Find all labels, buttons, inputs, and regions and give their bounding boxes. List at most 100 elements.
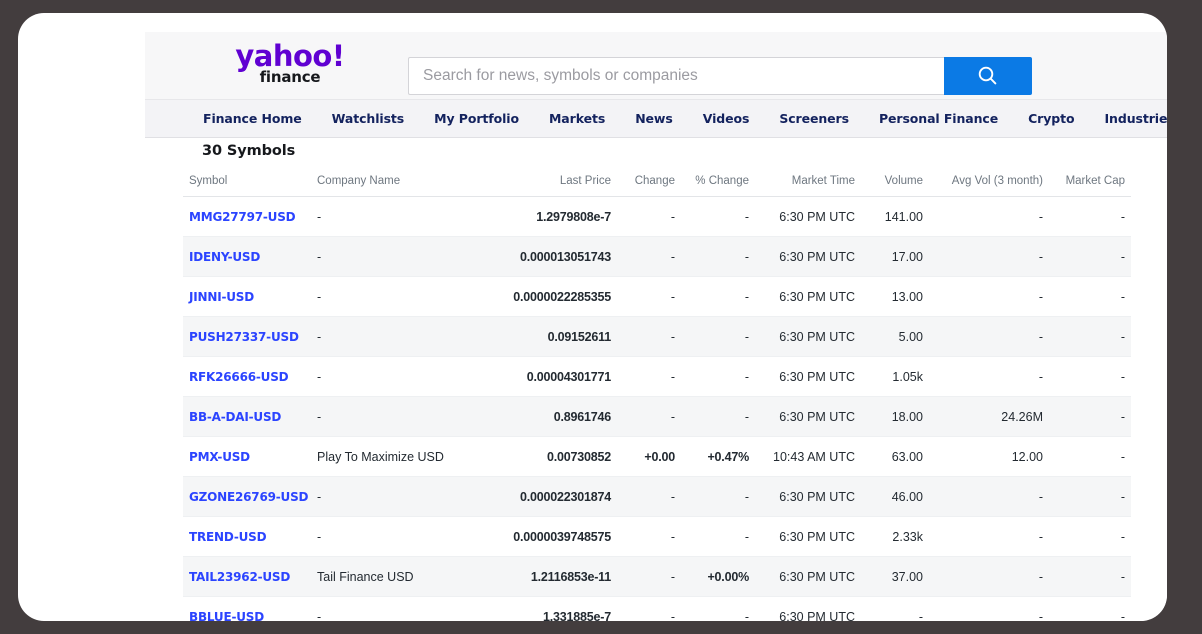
nav-item-industries[interactable]: Industries <box>1105 111 1168 126</box>
cell-symbol[interactable]: JINNI-USD <box>183 276 311 317</box>
search-bar <box>408 57 1032 95</box>
cell-market-cap: - <box>1049 476 1131 517</box>
cell-market-time: 6:30 PM UTC <box>755 236 861 277</box>
nav-item-personal-finance[interactable]: Personal Finance <box>879 111 998 126</box>
symbol-link[interactable]: PMX-USD <box>189 450 250 464</box>
nav-item-videos[interactable]: Videos <box>703 111 750 126</box>
column-header-symbol[interactable]: Symbol <box>183 171 311 197</box>
cell-volume: 17.00 <box>861 236 929 277</box>
cell-pct-change: - <box>681 396 755 437</box>
cell-market-time: 6:30 PM UTC <box>755 396 861 437</box>
cell-market-cap: - <box>1049 316 1131 357</box>
cell-pct-change: - <box>681 276 755 317</box>
symbol-link[interactable]: TREND-USD <box>189 530 267 544</box>
nav-item-watchlists[interactable]: Watchlists <box>332 111 405 126</box>
symbol-link[interactable]: BB-A-DAI-USD <box>189 410 281 424</box>
cell-company-name: - <box>317 609 322 622</box>
symbol-link[interactable]: JINNI-USD <box>189 290 254 304</box>
cell-change: - <box>617 516 681 557</box>
cell-symbol[interactable]: PMX-USD <box>183 436 311 477</box>
cell-last-price: 1.331885e-7 <box>542 609 611 622</box>
table-row[interactable]: PMX-USD Play To Maximize USD 0.00730852 +0.… <box>183 436 1131 477</box>
site-header: yahoo! finance <box>145 32 1167 100</box>
table-row[interactable]: BB-A-DAI-USD -0.8961746- -6:30 PM UTC 18.00… <box>183 396 1131 437</box>
search-input[interactable] <box>408 57 944 95</box>
column-header-change[interactable]: Change <box>617 171 681 197</box>
cell-avg-volume: - <box>929 276 1049 317</box>
table-row[interactable]: PUSH27337-USD -0.09152611- -6:30 PM UTC 5.0… <box>183 316 1131 357</box>
column-header-volume[interactable]: Volume <box>861 171 929 197</box>
table-body: MMG27797-USD -1.2979808e-7- -6:30 PM UTC 14… <box>183 196 1131 622</box>
cell-symbol[interactable]: BB-A-DAI-USD <box>183 396 311 437</box>
cell-volume: 13.00 <box>861 276 929 317</box>
column-header-avg-volume[interactable]: Avg Vol (3 month) <box>929 171 1049 197</box>
table-row[interactable]: JINNI-USD -0.0000022285355- -6:30 PM UTC 13… <box>183 276 1131 317</box>
search-icon <box>978 66 997 85</box>
table-row[interactable]: IDENY-USD -0.000013051743- -6:30 PM UTC 17.… <box>183 236 1131 277</box>
column-header-last-price[interactable]: Last Price <box>493 171 617 197</box>
symbol-link[interactable]: PUSH27337-USD <box>189 330 299 344</box>
search-button[interactable] <box>944 57 1032 95</box>
cell-symbol[interactable]: IDENY-USD <box>183 236 311 277</box>
cell-last-price: 0.000013051743 <box>493 236 617 277</box>
nav-item-markets[interactable]: Markets <box>549 111 605 126</box>
cell-volume: 5.00 <box>861 316 929 357</box>
cell-market-time: 10:43 AM UTC <box>755 436 861 477</box>
cell-market-time: 6:30 PM UTC <box>779 609 855 622</box>
cell-last-price: 0.00730852 <box>493 436 617 477</box>
table-row[interactable]: TAIL23962-USD Tail Finance USD 1.2116853e-… <box>183 556 1131 597</box>
cell-volume: 1.05k <box>861 356 929 397</box>
cell-symbol[interactable]: BBLUE-USD <box>183 597 311 622</box>
cell-avg-volume: - <box>1038 609 1043 622</box>
cell-change: +0.00 <box>617 436 681 477</box>
cell-symbol[interactable]: TAIL23962-USD <box>183 556 311 597</box>
cell-company-name: - <box>311 236 493 277</box>
cell-avg-volume: - <box>929 196 1049 237</box>
cell-company-name: - <box>311 276 493 317</box>
table-row[interactable]: TREND-USD -0.0000039748575- -6:30 PM UTC 2.… <box>183 516 1131 557</box>
symbol-link[interactable]: IDENY-USD <box>189 250 260 264</box>
column-header-company-name[interactable]: Company Name <box>311 171 493 197</box>
cell-symbol[interactable]: PUSH27337-USD <box>183 316 311 357</box>
nav-item-crypto[interactable]: Crypto <box>1028 111 1075 126</box>
yahoo-finance-logo[interactable]: yahoo! finance <box>230 42 350 88</box>
cell-market-cap: - <box>1049 196 1131 237</box>
column-header-market-cap[interactable]: Market Cap <box>1049 171 1131 197</box>
cell-symbol[interactable]: TREND-USD <box>183 516 311 557</box>
table-header: Symbol Company Name Last Price Change % … <box>183 171 1131 197</box>
cell-market-time: 6:30 PM UTC <box>755 356 861 397</box>
symbol-link[interactable]: MMG27797-USD <box>189 210 296 224</box>
symbol-link[interactable]: RFK26666-USD <box>189 370 289 384</box>
cell-pct-change: - <box>681 196 755 237</box>
cell-pct-change: +0.00% <box>681 556 755 597</box>
table-row[interactable]: RFK26666-USD -0.00004301771- -6:30 PM UTC 1… <box>183 356 1131 397</box>
table-row[interactable]: BBLUE-USD - 1.331885e-7 - - 6:30 PM UTC - - - <box>183 597 1131 622</box>
column-header-pct-change[interactable]: % Change <box>681 171 755 197</box>
nav-item-news[interactable]: News <box>635 111 673 126</box>
cell-market-time: 6:30 PM UTC <box>755 476 861 517</box>
cell-market-time: 6:30 PM UTC <box>755 316 861 357</box>
column-header-market-time[interactable]: Market Time <box>755 171 861 197</box>
page-title: 30 Symbols <box>202 143 296 159</box>
nav-item-finance-home[interactable]: Finance Home <box>203 111 302 126</box>
cell-change: - <box>617 316 681 357</box>
cell-volume: 2.33k <box>861 516 929 557</box>
cell-pct-change: - <box>744 609 749 622</box>
cell-symbol[interactable]: GZONE26769-USD <box>183 476 311 517</box>
cell-avg-volume: - <box>929 516 1049 557</box>
nav-item-my-portfolio[interactable]: My Portfolio <box>434 111 519 126</box>
symbol-link[interactable]: BBLUE-USD <box>189 610 264 622</box>
symbol-link[interactable]: TAIL23962-USD <box>189 570 290 584</box>
cell-volume: 18.00 <box>861 396 929 437</box>
cell-avg-volume: - <box>929 356 1049 397</box>
main-navigation: Finance Home Watchlists My Portfolio Mar… <box>145 100 1167 138</box>
table-row[interactable]: MMG27797-USD -1.2979808e-7- -6:30 PM UTC 14… <box>183 196 1131 237</box>
symbol-link[interactable]: GZONE26769-USD <box>189 490 308 504</box>
cell-change: - <box>617 196 681 237</box>
cell-change: - <box>617 396 681 437</box>
nav-item-screeners[interactable]: Screeners <box>779 111 849 126</box>
cell-symbol[interactable]: RFK26666-USD <box>183 356 311 397</box>
cell-symbol[interactable]: MMG27797-USD <box>183 196 311 237</box>
cell-last-price: 0.09152611 <box>493 316 617 357</box>
table-row[interactable]: GZONE26769-USD -0.000022301874- -6:30 PM U… <box>183 476 1131 517</box>
